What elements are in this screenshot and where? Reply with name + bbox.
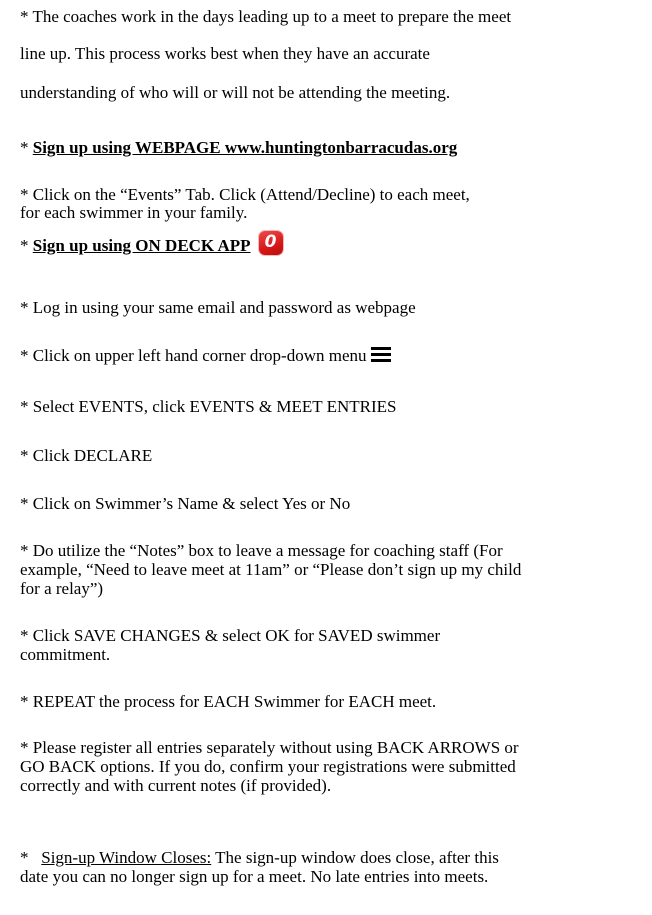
closing-row-1: * Sign-up Window Closes: The sign-up win… (20, 848, 499, 868)
step-menu-row: * Click on upper left hand corner drop-d… (20, 346, 391, 366)
step-register-line-3: correctly and with current notes (if pro… (20, 776, 332, 795)
step-login: * Log in using your same email and passw… (20, 298, 416, 317)
intro-line-3: understanding of who will or will not be… (20, 83, 451, 102)
app-heading: Sign up using ON DECK APP (32, 236, 251, 255)
intro-line-2: line up. This process works best when th… (20, 44, 430, 63)
webpage-instruction-line-1: * Click on the “Events” Tab. Click (Atte… (20, 185, 470, 204)
step-select-events: * Select EVENTS, click EVENTS & MEET ENT… (20, 397, 397, 416)
step-save-line-2: commitment. (20, 645, 111, 664)
webpage-heading: Sign up using WEBPAGE www.huntingtonbarr… (32, 138, 458, 157)
step-swimmer-name: * Click on Swimmer’s Name & select Yes o… (20, 494, 351, 513)
step-save-line-1: * Click SAVE CHANGES & select OK for SAV… (20, 626, 441, 645)
intro-line-1: * The coaches work in the days leading u… (20, 7, 512, 26)
app-heading-row: * Sign up using ON DECK APP 0 (20, 231, 283, 256)
step-menu: * Click on upper left hand corner drop-d… (20, 346, 367, 365)
app-heading-bullet: * (20, 236, 33, 255)
step-repeat: * REPEAT the process for EACH Swimmer fo… (20, 692, 437, 711)
on-deck-app-icon: 0 (258, 231, 283, 255)
closing-heading: Sign-up Window Closes: (41, 848, 212, 867)
closing-bullet: * (20, 848, 42, 867)
step-register-line-2: GO BACK options. If you do, confirm your… (20, 757, 516, 776)
step-notes-line-1: * Do utilize the “Notes” box to leave a … (20, 541, 503, 560)
step-declare: * Click DECLARE (20, 446, 153, 465)
closing-text-line-1: The sign-up window does close, after thi… (211, 848, 499, 867)
closing-text-line-2: date you can no longer sign up for a mee… (20, 867, 489, 886)
step-notes-line-3: for a relay”) (20, 579, 104, 598)
step-notes-line-2: example, “Need to leave meet at 11am” or… (20, 560, 522, 579)
webpage-instruction-line-2: for each swimmer in your family. (20, 203, 248, 222)
webpage-heading-bullet: * (20, 138, 33, 157)
hamburger-menu-icon (370, 347, 391, 362)
step-register-line-1: * Please register all entries separately… (20, 738, 519, 757)
webpage-heading-row: * Sign up using WEBPAGE www.huntingtonba… (20, 138, 457, 158)
